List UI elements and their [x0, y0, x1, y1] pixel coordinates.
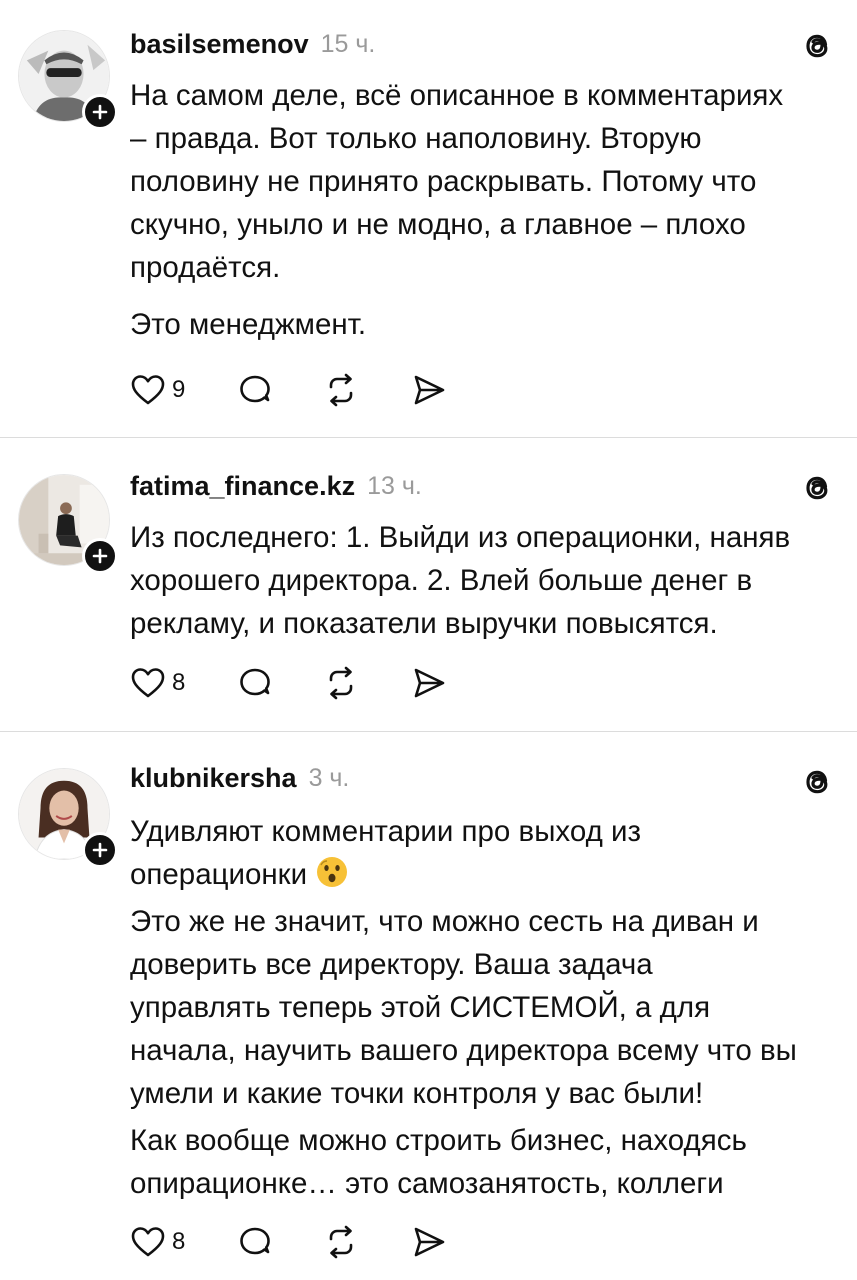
- comment-paragraph: На самом деле, всё описанное в комментар…: [130, 79, 784, 284]
- send-icon: [415, 375, 445, 405]
- plus-icon: [92, 104, 108, 120]
- username[interactable]: klubnikersha: [130, 763, 297, 794]
- repost-icon: [330, 373, 353, 407]
- comment-text: На самом деле, всё описанное в комментар…: [130, 74, 840, 346]
- comment-line-text: операционки: [130, 858, 308, 891]
- follow-button[interactable]: [82, 832, 118, 868]
- send-icon: [415, 668, 445, 698]
- like-button[interactable]: 9: [130, 372, 185, 408]
- comment-paragraph: Это менеджмент.: [130, 308, 367, 341]
- threads-logo-icon[interactable]: [799, 470, 835, 506]
- comment-button[interactable]: [237, 665, 273, 701]
- repost-icon: [330, 1225, 353, 1259]
- username[interactable]: fatima_finance.kz: [130, 471, 355, 502]
- repost-button[interactable]: [323, 372, 359, 408]
- comment-button[interactable]: [237, 1224, 273, 1260]
- follow-button[interactable]: [82, 538, 118, 574]
- comment-bubble-icon: [240, 375, 271, 403]
- divider: [0, 437, 857, 438]
- repost-icon: [330, 666, 353, 700]
- action-bar: 8: [130, 1222, 447, 1262]
- like-button[interactable]: 8: [130, 1224, 185, 1260]
- follow-button[interactable]: [82, 94, 118, 130]
- comment-text: Удивляют комментарии про выход из операц…: [130, 810, 840, 1205]
- comment-paragraph: Это же не значит, что можно сесть на див…: [130, 905, 797, 1110]
- comment-bubble-icon: [240, 668, 271, 696]
- surprised-face-emoji: [317, 857, 348, 887]
- post-header: klubnikersha 3 ч.: [130, 758, 349, 798]
- threads-logo-icon[interactable]: [799, 28, 835, 64]
- like-count: 9: [172, 376, 186, 403]
- threads-logo-icon[interactable]: [799, 764, 835, 800]
- comment-line: операционки: [130, 853, 840, 896]
- comment-text: Из последнего: 1. Выйди из операционки, …: [130, 516, 840, 645]
- comments-feed: basilsemenov 15 ч. На самом деле, всё оп…: [0, 0, 857, 1280]
- like-button[interactable]: 8: [130, 665, 185, 701]
- comment-bubble-icon: [240, 1227, 271, 1255]
- avatar[interactable]: [18, 30, 118, 130]
- action-bar: 9: [130, 370, 447, 410]
- repost-button[interactable]: [323, 1224, 359, 1260]
- plus-icon: [92, 842, 108, 858]
- share-button[interactable]: [411, 665, 447, 701]
- plus-icon: [92, 548, 108, 564]
- post-header: fatima_finance.kz 13 ч.: [130, 466, 422, 506]
- timestamp: 3 ч.: [308, 763, 350, 792]
- repost-button[interactable]: [323, 665, 359, 701]
- action-bar: 8: [130, 663, 447, 703]
- avatar[interactable]: [18, 474, 118, 574]
- comment-line: Удивляют комментарии про выход из: [130, 815, 641, 848]
- heart-icon: [131, 668, 165, 698]
- heart-icon: [131, 375, 165, 405]
- divider: [0, 731, 857, 732]
- share-button[interactable]: [411, 1224, 447, 1260]
- like-count: 8: [172, 669, 186, 696]
- comment-button[interactable]: [237, 372, 273, 408]
- username[interactable]: basilsemenov: [130, 29, 309, 60]
- like-count: 8: [172, 1228, 186, 1255]
- comment-paragraph: Как вообще можно строить бизнес, находяс…: [130, 1124, 747, 1200]
- timestamp: 15 ч.: [320, 29, 376, 58]
- comment-paragraph: Из последнего: 1. Выйди из операционки, …: [130, 521, 791, 640]
- post-header: basilsemenov 15 ч.: [130, 24, 375, 64]
- share-button[interactable]: [411, 372, 447, 408]
- heart-icon: [131, 1227, 165, 1257]
- timestamp: 13 ч.: [367, 471, 422, 500]
- send-icon: [415, 1227, 445, 1257]
- avatar[interactable]: [18, 768, 118, 868]
